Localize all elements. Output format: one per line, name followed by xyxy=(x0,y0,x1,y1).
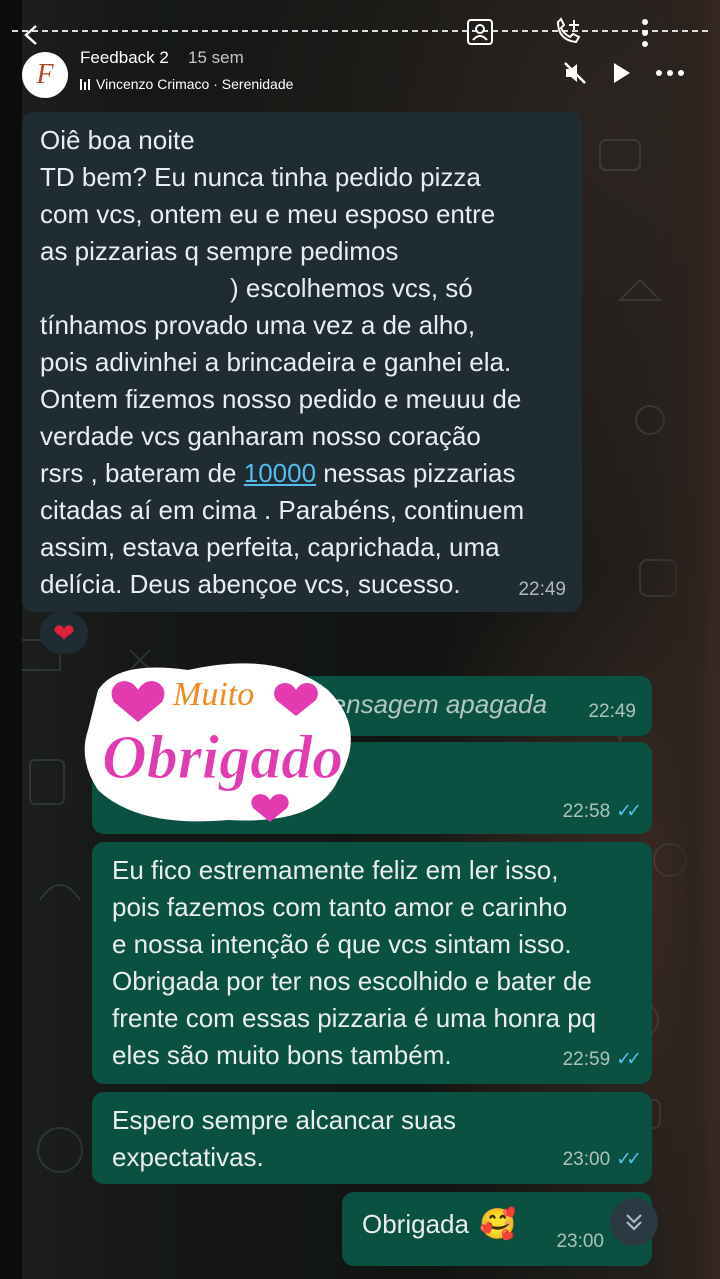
call-add-icon[interactable] xyxy=(550,14,586,50)
message-line: Obrigada por ter nos escolhido e bater d… xyxy=(112,966,592,996)
reaction-heart[interactable]: ❤ xyxy=(40,612,88,654)
message-line: Eu fico estremamente feliz em ler isso, xyxy=(112,855,559,885)
message-time: 22:49 xyxy=(518,571,566,608)
back-arrow-icon[interactable] xyxy=(18,20,48,50)
story-progress-bar xyxy=(12,30,708,32)
sticker-top-text: Muito xyxy=(172,676,254,713)
message-text: Obrigada xyxy=(362,1209,469,1239)
time-label: 23:00 xyxy=(556,1231,604,1252)
message-line: tínhamos provado uma vez a de alho, xyxy=(40,310,476,340)
message-text: rsrs , bateram de xyxy=(40,458,237,488)
heart-icon: ❤ xyxy=(53,617,75,648)
smiling-hearts-emoji: 🥰 xyxy=(478,1208,517,1241)
outgoing-message-short[interactable]: Espero sempre alcancar suas expectativas… xyxy=(92,1092,652,1184)
message-line: Oiê boa noite xyxy=(40,125,195,155)
message-time: 22:58 ✓✓ xyxy=(562,793,642,830)
time-label: 22:58 xyxy=(562,801,611,822)
story-avatar[interactable]: F xyxy=(22,52,68,98)
outgoing-message-obrigada[interactable]: Obrigada 🥰 23:00 xyxy=(342,1192,652,1266)
more-horiz-icon[interactable] xyxy=(652,58,688,88)
time-label: 22:49 xyxy=(518,579,566,600)
message-time: 23:00 ✓✓ xyxy=(562,1141,642,1178)
message-line: pois fazemos com tanto amor e carinho xyxy=(112,892,568,922)
message-line: e nossa intenção é que vcs sintam isso. xyxy=(112,929,572,959)
sticker-main-text: Obrigado xyxy=(102,724,343,792)
read-ticks-icon: ✓✓ xyxy=(616,801,642,822)
message-text: nessas pizzarias xyxy=(323,458,516,488)
message-line: as pizzarias q sempre pedimos xyxy=(40,233,524,270)
message-line: rsrs , bateram de 10000 nessas pizzarias xyxy=(40,455,524,492)
avatar-letter: F xyxy=(36,59,54,90)
outgoing-message-long[interactable]: Eu fico estremamente feliz em ler isso, … xyxy=(92,842,652,1084)
redacted-text xyxy=(405,240,516,267)
message-text: as pizzarias q sempre pedimos xyxy=(40,236,399,266)
message-line: TD bem? Eu nunca tinha pedido pizza xyxy=(40,162,481,192)
muito-obrigado-sticker: Muito Obrigado xyxy=(84,663,351,822)
story-age: 15 sem xyxy=(188,48,244,67)
more-vert-icon[interactable] xyxy=(630,16,660,50)
read-ticks-icon: ✓✓ xyxy=(616,1049,642,1070)
message-line: assim, estava perfeita, caprichada, uma xyxy=(40,532,500,562)
mute-icon[interactable] xyxy=(560,58,590,88)
play-icon[interactable] xyxy=(606,58,636,88)
message-line: frente com essas pizzaria é uma honra pq xyxy=(112,1003,597,1033)
chevron-down-double-icon xyxy=(626,1214,642,1231)
message-line: expectativas. xyxy=(112,1142,264,1172)
message-time: 22:59 ✓✓ xyxy=(562,1041,642,1078)
scroll-to-bottom-button[interactable] xyxy=(610,1198,658,1246)
music-label: Vincenzo Crimaco · Serenidade xyxy=(96,76,294,92)
message-line: eles são muito bons também. xyxy=(112,1040,452,1070)
redacted-text xyxy=(40,277,230,304)
message-time: 23:00 xyxy=(556,1223,604,1260)
message-line: com vcs, ontem eu e meu esposo entre xyxy=(40,199,496,229)
message-line: pois adivinhei a brincadeira e ganhei el… xyxy=(40,347,512,377)
story-edge-left xyxy=(0,0,22,1279)
message-line: delícia. Deus abençoe vcs, sucesso. xyxy=(40,569,461,599)
message-time: 22:49 xyxy=(588,693,636,730)
photo-frame-icon[interactable] xyxy=(462,14,498,50)
message-line: Ontem fizemos nosso pedido e meuuu de xyxy=(40,384,522,414)
time-label: 22:49 xyxy=(588,701,636,722)
message-text: ) escolhemos vcs, só xyxy=(230,273,473,303)
message-line: citadas aí em cima . Parabéns, continuem xyxy=(40,495,525,525)
read-ticks-icon: ✓✓ xyxy=(616,1149,642,1170)
incoming-message-long[interactable]: Oiê boa noite TD bem? Eu nunca tinha ped… xyxy=(22,112,582,612)
story-title[interactable]: Feedback 2 xyxy=(80,48,169,68)
story-edge-right xyxy=(650,0,720,1279)
story-screen: F Feedback 2 15 sem Vincenzo Crimaco · S… xyxy=(0,0,720,1279)
message-line: Espero sempre alcancar suas xyxy=(112,1105,456,1135)
time-label: 23:00 xyxy=(562,1149,611,1170)
story-music[interactable]: Vincenzo Crimaco · Serenidade xyxy=(80,76,293,92)
time-label: 22:59 xyxy=(562,1049,611,1070)
message-line: verdade vcs ganharam nosso coração xyxy=(40,421,481,451)
message-line: ) escolhemos vcs, só xyxy=(40,270,524,307)
phone-number-link[interactable]: 10000 xyxy=(244,458,316,488)
music-bars-icon xyxy=(80,78,90,90)
